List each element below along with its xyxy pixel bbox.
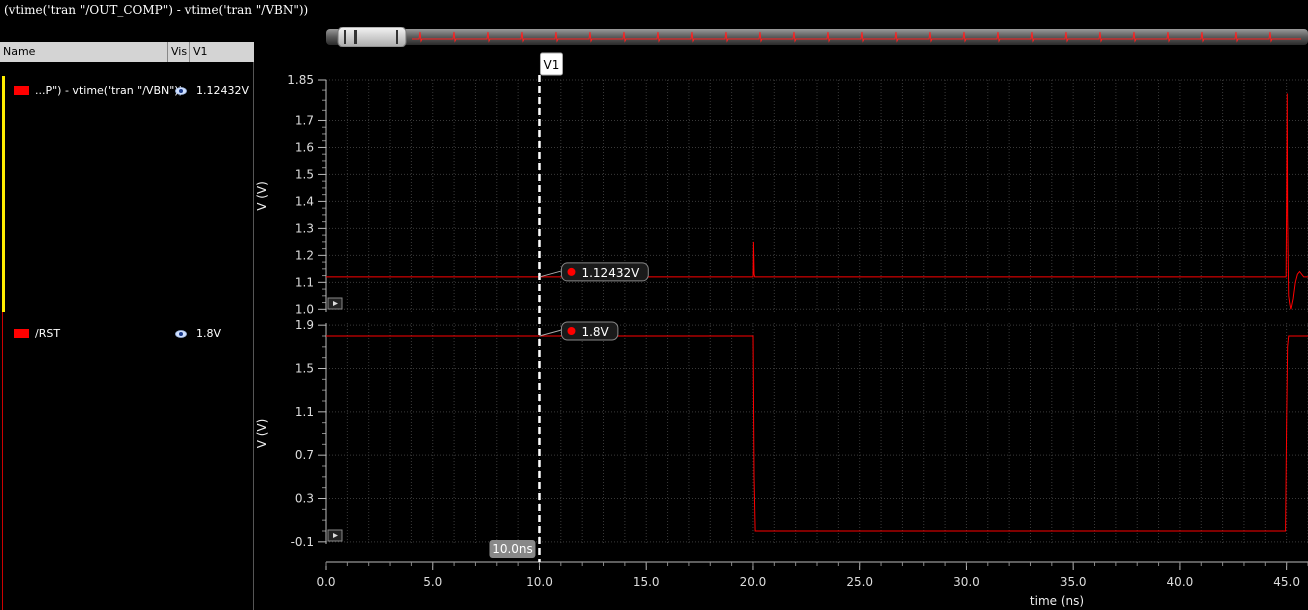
y-tick-label: 1.5 bbox=[295, 167, 314, 181]
column-name[interactable]: Name bbox=[0, 42, 168, 62]
y-tick-label: 1.3 bbox=[295, 221, 314, 235]
trace-list-panel: ...P") - vtime('tran "/VBN")) 1.12432V /… bbox=[0, 62, 254, 610]
trace-value: 1.12432V bbox=[196, 84, 250, 97]
y-tick-label: 1.0 bbox=[295, 302, 314, 316]
cursor-readout-text: 1.12432V bbox=[581, 266, 640, 280]
selection-indicator bbox=[2, 76, 5, 312]
y-tick-label: 1.5 bbox=[295, 362, 314, 376]
y-tick-label: 1.1 bbox=[295, 405, 314, 419]
column-v1[interactable]: V1 bbox=[190, 42, 254, 62]
cursor-label-text: V1 bbox=[544, 58, 560, 72]
column-vis[interactable]: Vis bbox=[168, 42, 190, 62]
y-tick-label: 1.85 bbox=[287, 73, 314, 87]
trace-color-swatch[interactable] bbox=[14, 86, 29, 95]
y-tick-label: 0.3 bbox=[295, 492, 314, 506]
window-title: (vtime('tran "/OUT_COMP") - vtime('tran … bbox=[0, 0, 1308, 20]
overview-scrollbar[interactable] bbox=[326, 27, 1308, 47]
strip-out-comp[interactable]: 1.0 1.1 1.2 1.3 1.4 1.5 1.6 1.7 1.85 V (V) bbox=[255, 73, 1308, 316]
y-tick-label: 0.7 bbox=[295, 448, 314, 462]
eye-icon[interactable] bbox=[175, 87, 187, 95]
cursor-readout-text: 1.8V bbox=[581, 325, 609, 339]
x-tick-label: 25.0 bbox=[846, 575, 873, 589]
x-tick-label: 40.0 bbox=[1167, 575, 1194, 589]
y-tick-label: -0.1 bbox=[291, 535, 314, 549]
y-axis-label: V (V) bbox=[255, 181, 269, 211]
y-tick-label: 1.1 bbox=[295, 275, 314, 289]
x-tick-label: 5.0 bbox=[423, 575, 442, 589]
trace-name: /RST bbox=[35, 327, 61, 340]
y-tick-label: 1.9 bbox=[295, 318, 314, 332]
y-tick-label: 1.6 bbox=[295, 140, 314, 154]
y-tick-label: 1.7 bbox=[295, 113, 314, 127]
cursor-time-text: 10.0ns bbox=[492, 542, 533, 556]
x-tick-label: 0.0 bbox=[316, 575, 335, 589]
x-tick-label: 20.0 bbox=[740, 575, 767, 589]
strip-rst[interactable]: -0.1 0.3 0.7 1.1 1.5 1.9 V (V) bbox=[255, 318, 1308, 549]
trace-row-out-comp[interactable]: ...P") - vtime('tran "/VBN")) 1.12432V bbox=[0, 81, 252, 101]
cursor-label-tag[interactable]: V1 bbox=[539, 52, 563, 76]
x-axis-label: time (ns) bbox=[1030, 594, 1084, 608]
trace-color-swatch[interactable] bbox=[14, 329, 29, 338]
trace-name: ...P") - vtime('tran "/VBN")) bbox=[35, 84, 183, 97]
trace-list-header: Name Vis V1 bbox=[0, 42, 254, 62]
x-tick-label: 45.0 bbox=[1273, 575, 1300, 589]
cursor-time-tag[interactable]: 10.0ns bbox=[489, 540, 536, 558]
x-axis: 0.0 5.0 10.0 15.0 20.0 25.0 30.0 35.0 40.0 45.0 ti… bbox=[316, 561, 1308, 608]
x-tick-label: 15.0 bbox=[633, 575, 660, 589]
strip-expand-icon[interactable] bbox=[327, 297, 343, 310]
trace-row-rst[interactable]: /RST 1.8V bbox=[0, 324, 252, 344]
x-tick-label: 35.0 bbox=[1060, 575, 1087, 589]
x-tick-label: 10.0 bbox=[526, 575, 553, 589]
y-tick-label: 1.2 bbox=[295, 248, 314, 262]
scroll-thumb[interactable] bbox=[337, 27, 407, 47]
waveform-plot-area[interactable]: 1.01.11.21.31.41.51.61.71.85V (V) -0.10.… bbox=[254, 50, 1308, 610]
y-axis-label: V (V) bbox=[255, 419, 269, 449]
strip-divider bbox=[2, 312, 3, 610]
x-tick-label: 30.0 bbox=[953, 575, 980, 589]
eye-icon[interactable] bbox=[175, 330, 187, 338]
y-tick-label: 1.4 bbox=[295, 194, 314, 208]
trace-value: 1.8V bbox=[196, 327, 222, 340]
strip-expand-icon[interactable] bbox=[327, 529, 343, 542]
